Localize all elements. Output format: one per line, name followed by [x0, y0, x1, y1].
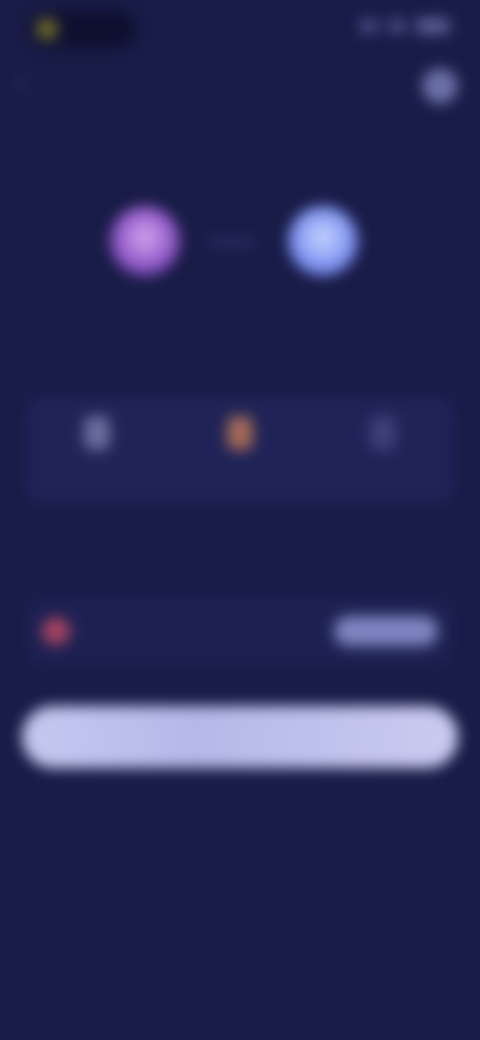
balance-text: [84, 628, 334, 634]
wifi-icon: [388, 19, 406, 33]
balance-row: [26, 596, 454, 666]
from-token-icon[interactable]: [110, 206, 180, 276]
brand-icon: [36, 18, 58, 40]
max-button[interactable]: [334, 616, 438, 646]
swap-connector: [208, 240, 254, 244]
option-icon: [369, 416, 396, 450]
option-icon: [227, 416, 253, 450]
blurred-screen: ‹: [0, 0, 480, 1040]
option-item[interactable]: [311, 396, 454, 504]
signal-icon: [360, 19, 378, 33]
to-token-icon[interactable]: [288, 206, 358, 276]
settings-icon[interactable]: [422, 68, 458, 104]
option-icon: [84, 416, 111, 450]
chevron-left-icon[interactable]: ‹: [10, 70, 34, 94]
status-icons: [360, 18, 450, 34]
primary-action-button[interactable]: [22, 706, 458, 768]
token-icon: [42, 617, 70, 645]
battery-icon: [416, 18, 450, 34]
app-badge: [28, 10, 136, 48]
option-item[interactable]: [26, 396, 169, 504]
option-item[interactable]: [169, 396, 312, 504]
options-card: [26, 396, 454, 504]
